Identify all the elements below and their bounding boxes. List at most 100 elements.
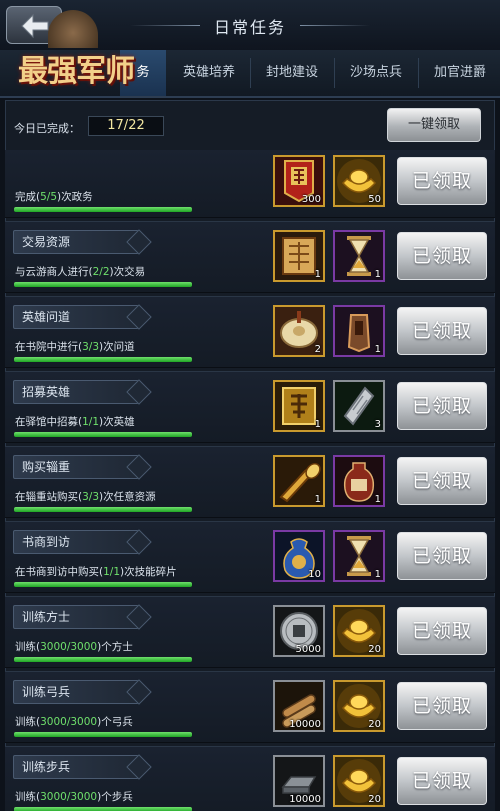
tab-label: 封地建设 [265,65,318,80]
tab-label: 英雄培养 [182,65,235,80]
reward-count: 10000 [289,719,321,730]
task-description: 完成(5/5)次政务 [15,189,93,204]
task-description: 在书商到访中购买(1/1)次技能碎片 [15,564,177,579]
task-name: 训练步兵 [13,755,139,779]
task-progress-bar [14,657,192,662]
game-logo: 最强军师 [18,10,168,98]
reward-item[interactable]: 20 [333,680,385,732]
task-desc-suffix: )次交易 [109,266,146,278]
claimed-button[interactable]: 已领取 [397,757,487,805]
task-description: 训练(3000/3000)个方士 [15,639,133,654]
claimed-button[interactable]: 已领取 [397,457,487,505]
task-desc-prefix: 在辎重站购买( [15,491,83,503]
task-progress-text: 3000/3000 [40,716,98,728]
task-row: 训练步兵 训练(3000/3000)个步兵 10000 20 已领取 [5,746,495,811]
task-desc-suffix: )次任意资源 [99,491,156,503]
tab-label: 加官进爵 [433,65,486,80]
task-desc-prefix: 在驿馆中招募( [15,416,83,428]
task-desc-suffix: )次政务 [57,191,93,203]
task-description: 在辎重站购买(3/3)次任意资源 [15,489,156,504]
tab-divider [418,58,419,88]
task-progress-fill [14,507,192,512]
reward-item[interactable]: 20 [333,605,385,657]
task-progress-fill [14,807,192,811]
title-divider-right [300,25,370,26]
task-row: 英雄问道在书院中进行(3/3)次问道 2 1 已领取 [5,296,495,368]
reward-count: 1 [374,269,381,280]
claimed-button[interactable]: 已领取 [397,382,487,430]
reward-count: 1 [314,269,321,280]
task-desc-prefix: 在书商到访中购买( [15,566,104,578]
task-progress-fill [14,657,192,662]
reward-count: 1 [314,419,321,430]
reward-item[interactable]: 1 [273,380,325,432]
reward-item[interactable]: 20 [333,755,385,807]
task-desc-suffix: )个方士 [97,641,133,653]
title-area: 日常任务 [130,8,370,42]
reward-item[interactable]: 1 [333,230,385,282]
claimed-button[interactable]: 已领取 [397,232,487,280]
reward-item[interactable]: 1 [273,455,325,507]
reward-item[interactable]: 5000 [273,605,325,657]
reward-count: 1 [374,344,381,355]
tab-promotion[interactable]: 加官进爵 [420,50,500,96]
task-desc-prefix: 完成( [15,191,41,203]
task-progress-text: 5/5 [40,191,58,203]
task-progress-text: 1/1 [82,416,100,428]
task-progress-bar [14,432,192,437]
reward-item[interactable]: 2 [273,305,325,357]
task-row: 完成(5/5)次政务 300 50 已领取 [5,150,495,218]
reward-count: 10 [308,569,321,580]
task-desc-prefix: 训练( [15,716,41,728]
task-progress-text: 3/3 [82,491,100,503]
reward-count: 3 [374,419,381,430]
tab-army-review[interactable]: 沙场点兵 [336,50,416,96]
reward-count: 20 [368,719,381,730]
reward-item[interactable]: 1 [333,305,385,357]
reward-item[interactable]: 300 [273,155,325,207]
task-progress-bar [14,732,192,737]
task-description: 在书院中进行(3/3)次问道 [15,339,135,354]
claimed-button[interactable]: 已领取 [397,532,487,580]
task-progress-fill [14,732,192,737]
reward-count: 50 [368,194,381,205]
reward-item[interactable]: 10 [273,530,325,582]
task-row: 购买辎重 在辎重站购买(3/3)次任意资源 1 1 已领取 [5,446,495,518]
claimed-button[interactable]: 已领取 [397,307,487,355]
task-row: 书商到访在书商到访中购买(1/1)次技能碎片 10 1 已领取 [5,521,495,593]
reward-count: 300 [301,194,321,205]
claimed-button[interactable]: 已领取 [397,157,487,205]
task-name: 书商到访 [13,530,139,554]
task-desc-prefix: 在书院中进行( [15,341,83,353]
reward-count: 1 [374,569,381,580]
tab-fief-building[interactable]: 封地建设 [252,50,332,96]
task-desc-prefix: 训练( [15,641,41,653]
task-name: 英雄问道 [13,305,139,329]
task-desc-prefix: 与云游商人进行( [15,266,93,278]
task-progress-fill [14,582,192,587]
task-progress-text: 2/2 [92,266,110,278]
task-name: 招募英雄 [13,380,139,404]
task-list[interactable]: 完成(5/5)次政务 300 50 已领取 交易资源 与云游商人进行(2/2)次交易 1 1 已… [5,150,495,811]
reward-item[interactable]: 1 [333,455,385,507]
task-progress-text: 3000/3000 [40,791,98,803]
task-row: 训练方士 训练(3000/3000)个方士 5000 20 已领取 [5,596,495,668]
claimed-button[interactable]: 已领取 [397,682,487,730]
claimed-button[interactable]: 已领取 [397,607,487,655]
task-name: 交易资源 [13,230,139,254]
reward-item[interactable]: 10000 [273,755,325,807]
reward-item[interactable]: 3 [333,380,385,432]
reward-item[interactable]: 50 [333,155,385,207]
task-row: 训练弓兵 训练(3000/3000)个弓兵 10000 20 已领取 [5,671,495,743]
task-progress-bar [14,357,192,362]
task-progress-fill [14,357,192,362]
reward-item[interactable]: 1 [333,530,385,582]
task-desc-suffix: )个弓兵 [97,716,133,728]
task-progress-text: 1/1 [103,566,121,578]
reward-item[interactable]: 1 [273,230,325,282]
task-progress-fill [14,282,192,287]
page-title: 日常任务 [213,18,286,37]
reward-item[interactable]: 10000 [273,680,325,732]
tab-hero-training[interactable]: 英雄培养 [170,50,248,96]
claim-all-button[interactable]: 一键领取 [387,108,481,142]
